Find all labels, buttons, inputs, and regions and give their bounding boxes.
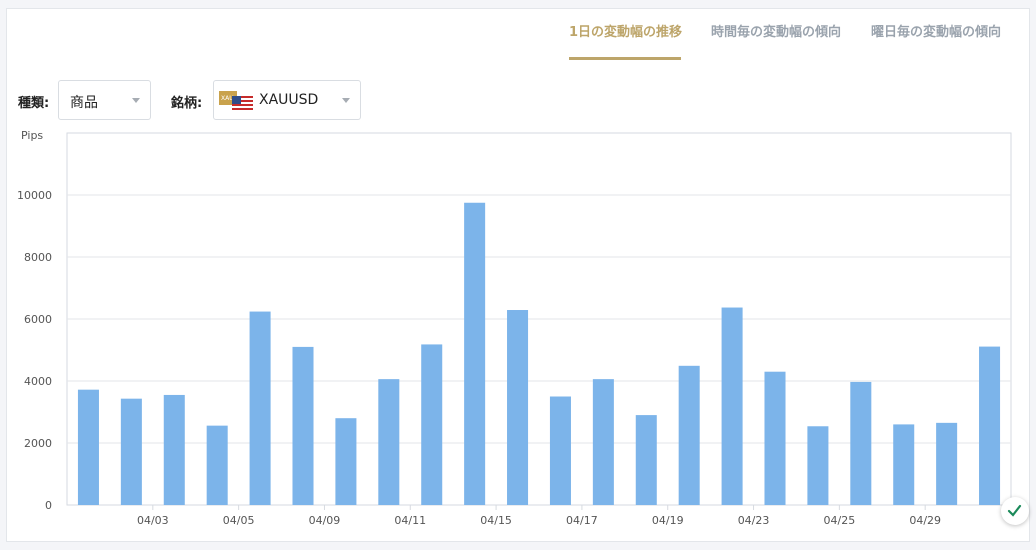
xau-usd-flag-icon: XAU: [219, 91, 253, 111]
svg-text:XAU: XAU: [221, 95, 234, 102]
symbol-select-value: XAUUSD: [259, 92, 319, 108]
tab-daily-range-trend[interactable]: 1日の変動幅の推移: [569, 24, 683, 60]
tradingview-check-icon: [1007, 504, 1022, 517]
tab-label: 時間毎の変動幅の傾向: [711, 25, 842, 40]
chevron-down-icon: [342, 98, 350, 103]
tab-label: 1日の変動幅の推移: [569, 25, 683, 40]
tab-hourly-range-tendency[interactable]: 時間毎の変動幅の傾向: [711, 24, 843, 60]
chart-panel: [6, 8, 1030, 542]
y-axis-title: Pips: [21, 129, 44, 142]
tradingview-logo-icon[interactable]: [1001, 497, 1029, 525]
type-select-value: 商品: [70, 95, 98, 111]
symbol-select[interactable]: XAU XAUUSD: [213, 80, 361, 120]
chevron-down-icon: [132, 98, 140, 103]
active-tab-underline: [569, 57, 681, 60]
type-label: 種類:: [18, 96, 50, 111]
tab-weekday-range-tendency[interactable]: 曜日毎の変動幅の傾向: [871, 24, 1003, 60]
type-select[interactable]: 商品: [58, 80, 151, 120]
tab-label: 曜日毎の変動幅の傾向: [871, 25, 1002, 40]
symbol-label: 銘柄:: [171, 96, 203, 111]
